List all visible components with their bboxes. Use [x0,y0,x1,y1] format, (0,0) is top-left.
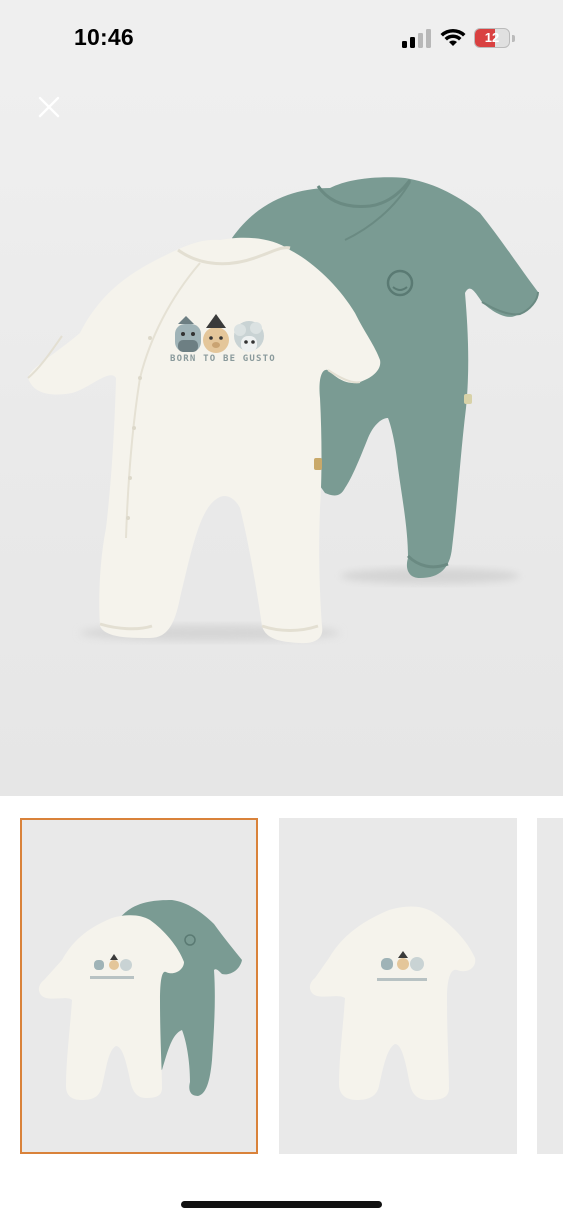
close-icon [38,96,60,118]
home-indicator[interactable] [181,1201,382,1208]
status-bar: 10:46 12 [0,0,563,78]
status-icons: 12 [402,26,515,50]
thumbnail-two-pack[interactable] [20,818,258,1154]
thumbnail-two-pack-image [38,900,242,1100]
product-hero-image[interactable]: BORN TO BE GUSTO [0,78,563,796]
status-time: 10:46 [74,24,134,50]
thumbnail-white-sleepsuit[interactable] [279,818,517,1154]
signal-icon [402,29,431,48]
battery-cap [512,34,515,42]
thumbnail-next-partial[interactable] [537,818,563,1154]
close-button[interactable] [32,90,66,124]
thumbnail-white-sleepsuit-image [309,906,476,1100]
sleepsuits-image [27,177,539,644]
battery-icon: 12 [474,28,510,48]
wifi-icon [440,28,466,46]
thumbnail-strip[interactable] [0,796,563,1176]
battery-level: 12 [484,30,500,45]
print-text: BORN TO BE GUSTO [170,354,276,364]
